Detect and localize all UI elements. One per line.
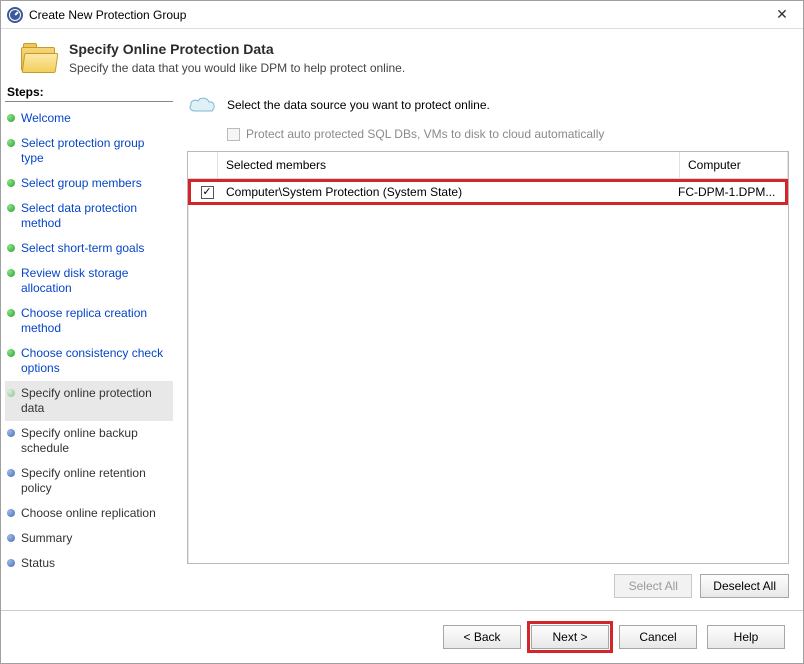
members-rows: Computer\System Protection (System State… — [188, 179, 788, 563]
col-check-header — [188, 152, 218, 178]
step-bullet-icon — [7, 244, 15, 252]
app-icon — [7, 7, 23, 23]
steps-pane: Steps: Welcome Select protection group ty… — [1, 85, 177, 610]
row-member: Computer\System Protection (System State… — [220, 185, 678, 199]
step-label: Specify online protection data — [21, 386, 169, 416]
step-bullet-icon — [7, 429, 15, 437]
scroll-handle[interactable] — [187, 556, 789, 564]
step-label: Choose online replication — [21, 506, 156, 521]
select-buttons: Select All Deselect All — [187, 564, 789, 600]
step-item[interactable]: Select short-term goals — [5, 236, 173, 261]
step-bullet-icon — [7, 534, 15, 542]
steps-heading: Steps: — [5, 85, 173, 102]
titlebar: Create New Protection Group ✕ — [1, 1, 803, 29]
col-computer-header[interactable]: Computer — [680, 152, 788, 178]
folder-icon — [21, 43, 57, 73]
step-item: Choose online replication — [5, 501, 173, 526]
step-label: Specify online backup schedule — [21, 426, 169, 456]
back-button[interactable]: < Back — [443, 625, 521, 649]
row-computer: FC-DPM-1.DPM... — [678, 185, 782, 199]
close-button[interactable]: ✕ — [761, 1, 803, 29]
step-bullet-icon — [7, 204, 15, 212]
members-header: Selected members Computer — [188, 152, 788, 179]
help-button[interactable]: Help — [707, 625, 785, 649]
step-item: Specify online backup schedule — [5, 421, 173, 461]
step-item: Status — [5, 551, 173, 576]
deselect-all-button[interactable]: Deselect All — [700, 574, 789, 598]
step-bullet-icon — [7, 269, 15, 277]
cloud-icon — [187, 95, 217, 115]
step-label: Summary — [21, 531, 72, 546]
step-bullet-icon — [7, 309, 15, 317]
step-label: Review disk storage allocation — [21, 266, 169, 296]
step-label: Select group members — [21, 176, 142, 191]
step-bullet-icon — [7, 509, 15, 517]
step-bullet-icon — [7, 114, 15, 122]
step-item[interactable]: Welcome — [5, 106, 173, 131]
cancel-button[interactable]: Cancel — [619, 625, 697, 649]
select-all-button[interactable]: Select All — [614, 574, 692, 598]
step-label: Select short-term goals — [21, 241, 144, 256]
step-bullet-icon — [7, 349, 15, 357]
next-button[interactable]: Next > — [531, 625, 609, 649]
close-icon: ✕ — [776, 6, 788, 23]
wizard-footer: < Back Next > Cancel Help — [1, 610, 803, 663]
step-item[interactable]: Select data protection method — [5, 196, 173, 236]
col-member-header[interactable]: Selected members — [218, 152, 680, 178]
step-bullet-icon — [7, 139, 15, 147]
row-checkbox[interactable] — [201, 186, 214, 199]
step-bullet-icon — [7, 389, 15, 397]
instruction-row: Select the data source you want to prote… — [187, 95, 789, 115]
step-label: Welcome — [21, 111, 71, 126]
step-label: Select protection group type — [21, 136, 169, 166]
auto-protect-label: Protect auto protected SQL DBs, VMs to d… — [246, 127, 604, 141]
table-row[interactable]: Computer\System Protection (System State… — [188, 179, 788, 205]
step-label: Specify online retention policy — [21, 466, 169, 496]
step-item[interactable]: Review disk storage allocation — [5, 261, 173, 301]
step-item: Summary — [5, 526, 173, 551]
step-label: Select data protection method — [21, 201, 169, 231]
step-item: Specify online protection data — [5, 381, 173, 421]
members-table: Selected members Computer Computer\Syste… — [187, 151, 789, 564]
row-check-cell — [194, 186, 220, 199]
wizard-window: Create New Protection Group ✕ Specify On… — [0, 0, 804, 664]
step-item[interactable]: Choose consistency check options — [5, 341, 173, 381]
step-item[interactable]: Select protection group type — [5, 131, 173, 171]
step-label: Choose replica creation method — [21, 306, 169, 336]
step-bullet-icon — [7, 179, 15, 187]
wizard-header: Specify Online Protection Data Specify t… — [1, 29, 803, 85]
auto-protect-checkbox: Protect auto protected SQL DBs, VMs to d… — [227, 127, 789, 141]
page-subtitle: Specify the data that you would like DPM… — [69, 61, 405, 75]
instruction-text: Select the data source you want to prote… — [227, 98, 490, 112]
step-item: Specify online retention policy — [5, 461, 173, 501]
step-bullet-icon — [7, 559, 15, 567]
wizard-body: Steps: Welcome Select protection group ty… — [1, 85, 803, 610]
steps-list: Welcome Select protection group type Selec… — [5, 106, 173, 576]
page-title: Specify Online Protection Data — [69, 41, 405, 57]
step-label: Choose consistency check options — [21, 346, 169, 376]
checkbox-icon — [227, 128, 240, 141]
step-item[interactable]: Select group members — [5, 171, 173, 196]
step-bullet-icon — [7, 469, 15, 477]
main-pane: Select the data source you want to prote… — [177, 85, 803, 610]
step-label: Status — [21, 556, 55, 571]
step-item[interactable]: Choose replica creation method — [5, 301, 173, 341]
window-title: Create New Protection Group — [29, 8, 761, 22]
